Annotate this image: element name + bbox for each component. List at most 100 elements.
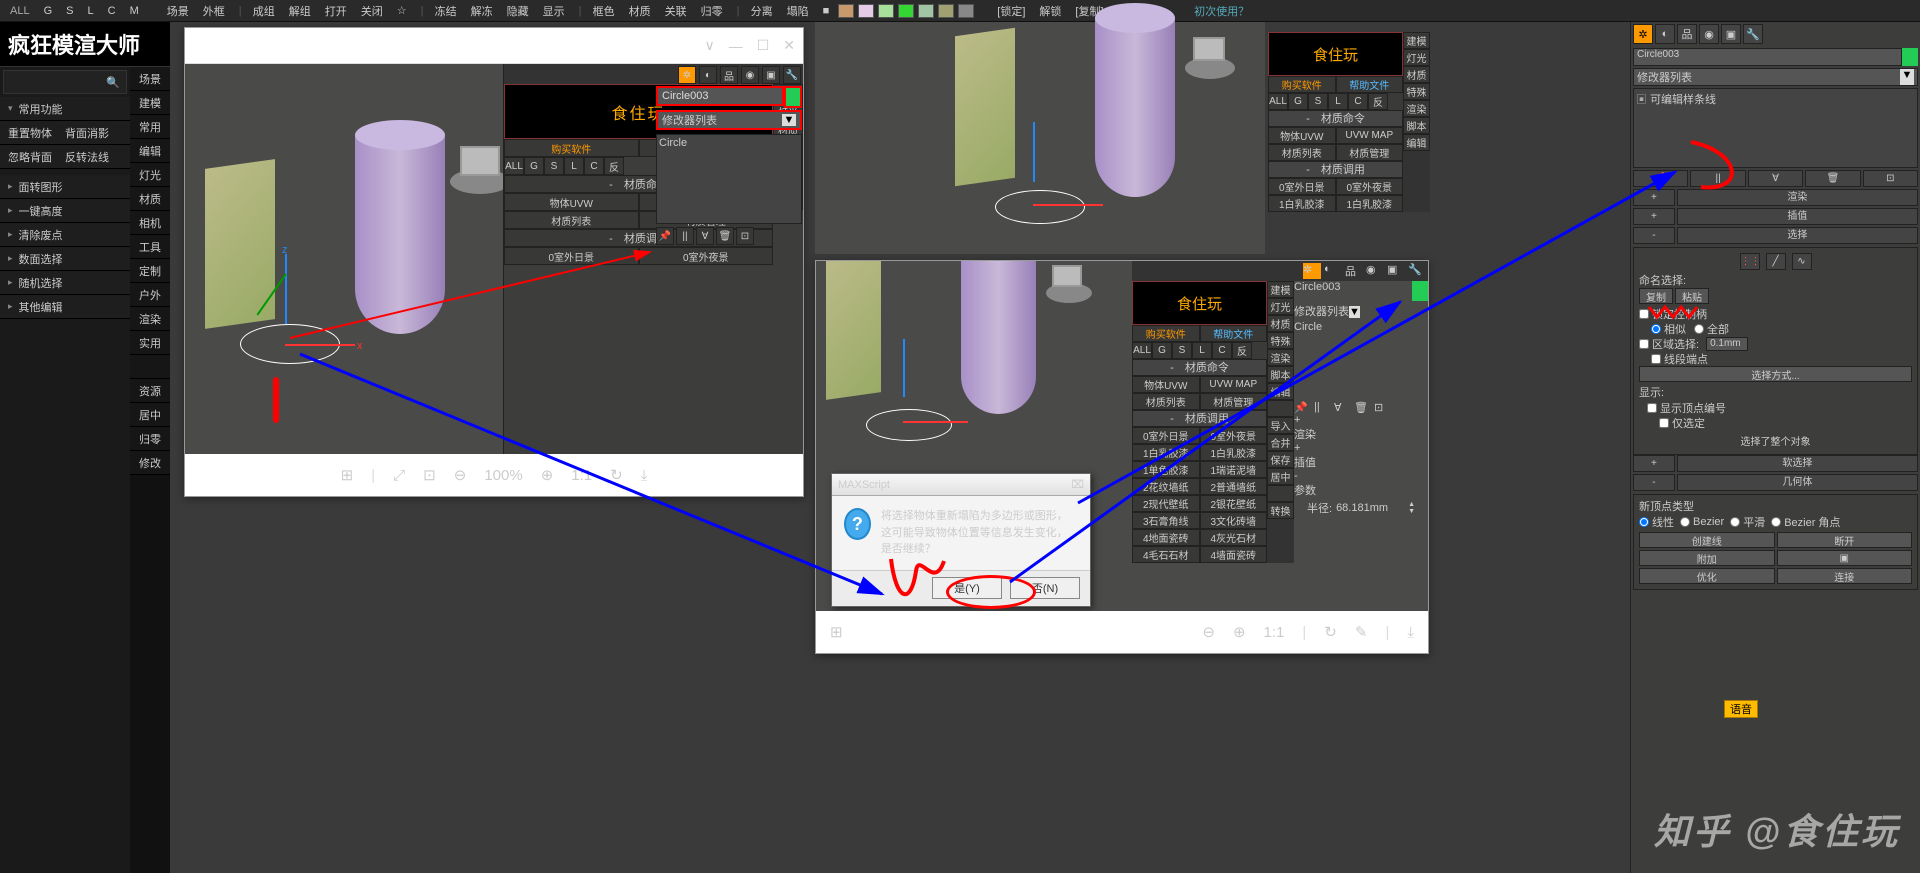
download-icon[interactable]: ⤓ (641, 467, 648, 484)
swatch-2[interactable] (858, 4, 874, 18)
ext-day-button[interactable]: 0室外日景 (504, 247, 639, 265)
zoomin-icon[interactable]: ⊕ (541, 466, 554, 484)
menu-unfreeze[interactable]: 解冻 (465, 1, 499, 21)
filter-all[interactable]: ALL (4, 3, 36, 19)
row-ignore-flip[interactable]: 忽略背面反转法线 (0, 145, 130, 169)
selection-rollout[interactable]: 选择 (1677, 227, 1918, 244)
side-tab[interactable]: 定制 (130, 259, 170, 283)
rotate-icon[interactable]: ↻ (1324, 623, 1337, 641)
menu-close[interactable]: 关闭 (355, 1, 389, 21)
modifier-list-dropdown[interactable]: 修改器列表▼ (1633, 68, 1918, 86)
copy-button[interactable]: 复制 (1639, 288, 1673, 304)
sub-icon[interactable]: ∀ (696, 227, 714, 245)
zoomout-icon[interactable]: ⊖ (454, 466, 467, 484)
geom-rollout[interactable]: 几何体 (1677, 474, 1918, 491)
modifier-list-dropdown[interactable]: 修改器列表▼ (1294, 303, 1428, 319)
filter-s[interactable]: S (60, 3, 79, 19)
ext-night-button[interactable]: 0室外夜景 (639, 247, 774, 265)
object-name-field[interactable]: Circle003 (1294, 281, 1412, 301)
util-tab-icon[interactable]: 🔧 (783, 66, 801, 84)
render-rollout[interactable]: 渲染 (1677, 189, 1918, 206)
hier-tab-icon[interactable]: 品 (1677, 24, 1697, 44)
menu-lock[interactable]: [锁定] (991, 1, 1031, 21)
rotate-icon[interactable]: ↻ (610, 466, 623, 484)
display-tab-icon[interactable]: ▣ (1721, 24, 1741, 44)
viewport-tr[interactable] (815, 22, 1265, 254)
menu-freeze[interactable]: 冻结 (429, 1, 463, 21)
side-tab[interactable]: 资源 (130, 379, 170, 403)
connect-button[interactable]: 连接 (1777, 568, 1913, 584)
color-swatch[interactable] (1412, 281, 1428, 301)
filter-l[interactable]: L (81, 3, 99, 19)
show-vert-num-check[interactable]: 显示顶点编号 (1639, 400, 1912, 415)
cat-other[interactable]: ▸其他编辑 (0, 295, 130, 319)
interp-rollout[interactable]: 插值 (1677, 208, 1918, 225)
lock-handle-check[interactable]: 锁定控制柄 (1639, 306, 1912, 321)
motion-tab-icon[interactable]: ◉ (741, 66, 759, 84)
menu-ungroup[interactable]: 解组 (283, 1, 317, 21)
help-link[interactable]: 帮助文件 (1336, 76, 1404, 93)
ext-day-button[interactable]: 0室外日景 (1268, 178, 1336, 195)
menu-zero[interactable]: 归零 (695, 1, 729, 21)
thumbs-icon[interactable]: ⊞ (830, 623, 843, 641)
zoomin-icon[interactable]: ⊕ (1233, 623, 1246, 641)
paint1-button[interactable]: 1白乳胶漆 (1268, 195, 1336, 212)
side-tab[interactable]: 工具 (130, 235, 170, 259)
maximize-icon[interactable]: ☐ (757, 37, 770, 54)
create-line-button[interactable]: 创建线 (1639, 532, 1775, 548)
actual-icon[interactable]: 1:1 (1264, 624, 1285, 641)
cat-oneheight[interactable]: ▸一键高度 (0, 199, 130, 223)
row-reset-backface[interactable]: 重置物体背面消影 (0, 121, 130, 145)
menu-detach[interactable]: 分离 (745, 1, 779, 21)
side-tab[interactable]: 材质 (130, 187, 170, 211)
attach-button[interactable]: 附加 (1639, 550, 1775, 566)
buy-link[interactable]: 购买软件 (1132, 325, 1200, 342)
optimize-button[interactable]: 优化 (1639, 568, 1775, 584)
modify-tab-icon[interactable]: ◐ (699, 66, 717, 84)
color-swatch[interactable] (1902, 48, 1918, 66)
minimize-icon[interactable]: — (729, 38, 743, 54)
object-name-field[interactable]: Circle003 (656, 86, 784, 106)
modifier-list-dropdown[interactable]: 修改器列表▼ (656, 110, 802, 130)
ext-night-button[interactable]: 0室外夜景 (1336, 178, 1404, 195)
side-tab[interactable]: 编辑 (130, 139, 170, 163)
util-tab-icon[interactable]: 🔧 (1743, 24, 1763, 44)
motion-tab-icon[interactable]: ◉ (1699, 24, 1719, 44)
swatch-4[interactable] (898, 4, 914, 18)
side-tab[interactable]: 渲染 (130, 307, 170, 331)
edit-icon[interactable]: ✎ (1355, 623, 1368, 641)
spline-sub-icon[interactable]: ∿ (1792, 253, 1812, 270)
swatch-1[interactable] (838, 4, 854, 18)
first-use-link[interactable]: 初次使用？ (1188, 1, 1255, 21)
menu-link[interactable]: 关联 (659, 1, 693, 21)
area-sel-check[interactable]: 区域选择:0.1mm (1639, 336, 1912, 351)
zoomout-icon[interactable]: ⊖ (1202, 623, 1215, 641)
side-tab[interactable]: 居中 (130, 403, 170, 427)
help-link[interactable]: 帮助文件 (1200, 325, 1268, 342)
paint2-button[interactable]: 1白乳胶漆 (1336, 195, 1404, 212)
menu-group[interactable]: 成组 (247, 1, 281, 21)
swatch-5[interactable] (918, 4, 934, 18)
vertex-sub-icon[interactable]: ⋮⋮ (1740, 253, 1760, 270)
cat-randsel[interactable]: ▸随机选择 (0, 271, 130, 295)
menu-scene[interactable]: 场景 (161, 1, 195, 21)
buy-link[interactable]: 购买软件 (1268, 76, 1336, 93)
paste-button[interactable]: 粘贴 (1675, 288, 1709, 304)
swatch-3[interactable] (878, 4, 894, 18)
menu-hide[interactable]: 隐藏 (501, 1, 535, 21)
util-tab-icon[interactable]: 🔧 (1408, 263, 1426, 279)
side-tab[interactable]: 归零 (130, 427, 170, 451)
actual-icon[interactable]: 1:1 (571, 467, 592, 484)
filter-m[interactable]: M (124, 3, 145, 19)
show-icon[interactable]: || (676, 227, 694, 245)
cat-common[interactable]: ▾常用功能 (0, 97, 130, 121)
menu-star[interactable]: ☆ (391, 2, 413, 19)
yes-button[interactable]: 是(Y) (932, 577, 1002, 599)
viewport-2[interactable]: ✲ ◐ 品 ◉ ▣ 🔧 食住玩 购买软件帮助文件 ALLGSLC反 - 材质命令… (816, 261, 1428, 611)
object-name-field[interactable]: Circle003 (1633, 48, 1902, 66)
only-sel-check[interactable]: 仅选定 (1639, 415, 1912, 430)
softsel-rollout[interactable]: 软选择 (1677, 455, 1918, 472)
cat-cleanverts[interactable]: ▸清除废点 (0, 223, 130, 247)
color-swatch[interactable] (784, 86, 802, 108)
menu-collapse[interactable]: 塌陷 (781, 1, 815, 21)
